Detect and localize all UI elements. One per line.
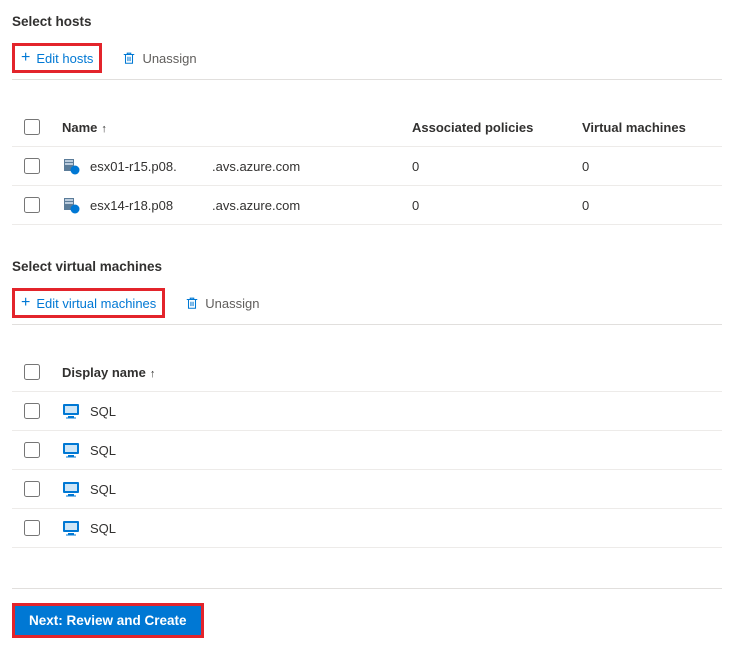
host-vms: 0 [582, 198, 722, 213]
sort-up-icon: ↑ [101, 123, 107, 135]
footer: Next: Review and Create [12, 588, 722, 638]
vm-row-checkbox[interactable] [24, 442, 40, 458]
vms-col-display-name-label: Display name [62, 365, 146, 380]
monitor-icon [62, 402, 80, 420]
vm-row-checkbox[interactable] [24, 481, 40, 497]
host-domain: .avs.azure.com [212, 198, 412, 213]
server-icon [62, 157, 80, 175]
table-row: SQL [12, 431, 722, 470]
unassign-hosts-label: Unassign [142, 51, 196, 66]
host-row-checkbox[interactable] [24, 158, 40, 174]
table-row: esx14-r18.p08 .avs.azure.com 0 0 [12, 186, 722, 225]
edit-hosts-label: Edit hosts [36, 51, 93, 66]
hosts-toolbar: + Edit hosts Unassign [12, 43, 722, 80]
vm-row-checkbox[interactable] [24, 403, 40, 419]
table-row: SQL [12, 470, 722, 509]
hosts-col-vms[interactable]: Virtual machines [582, 120, 722, 135]
vms-toolbar: + Edit virtual machines Unassign [12, 288, 722, 325]
sort-up-icon: ↑ [150, 368, 156, 380]
hosts-select-all-checkbox[interactable] [24, 119, 40, 135]
vm-name: SQL [90, 482, 116, 497]
table-row: esx01-r15.p08. .avs.azure.com 0 0 [12, 147, 722, 186]
vms-col-display-name[interactable]: Display name ↑ [62, 365, 722, 380]
monitor-icon [62, 480, 80, 498]
vms-table-header: Display name ↑ [12, 353, 722, 392]
monitor-icon [62, 519, 80, 537]
vms-select-all-checkbox[interactable] [24, 364, 40, 380]
host-vms: 0 [582, 159, 722, 174]
unassign-vms-button[interactable]: Unassign [179, 292, 265, 315]
hosts-col-name[interactable]: Name ↑ [62, 120, 212, 135]
hosts-table: Name ↑ Associated policies Virtual machin… [12, 108, 722, 225]
plus-icon: + [21, 295, 30, 311]
unassign-vms-label: Unassign [205, 296, 259, 311]
vm-name: SQL [90, 404, 116, 419]
monitor-icon [62, 441, 80, 459]
host-policies: 0 [412, 159, 582, 174]
select-hosts-title: Select hosts [12, 14, 722, 29]
select-vms-title: Select virtual machines [12, 259, 722, 274]
vm-row-checkbox[interactable] [24, 520, 40, 536]
vm-name: SQL [90, 521, 116, 536]
edit-vms-label: Edit virtual machines [36, 296, 156, 311]
host-name: esx14-r18.p08 [90, 198, 173, 213]
hosts-col-name-label: Name [62, 120, 97, 135]
host-name: esx01-r15.p08. [90, 159, 177, 174]
host-domain: .avs.azure.com [212, 159, 412, 174]
hosts-table-header: Name ↑ Associated policies Virtual machin… [12, 108, 722, 147]
table-row: SQL [12, 509, 722, 548]
table-row: SQL [12, 392, 722, 431]
vms-table: Display name ↑ SQL SQL SQL [12, 353, 722, 548]
hosts-col-policies[interactable]: Associated policies [412, 120, 582, 135]
server-icon [62, 196, 80, 214]
trash-icon [185, 296, 199, 310]
host-policies: 0 [412, 198, 582, 213]
host-row-checkbox[interactable] [24, 197, 40, 213]
edit-vms-button[interactable]: + Edit virtual machines [12, 288, 165, 318]
plus-icon: + [21, 50, 30, 66]
edit-hosts-button[interactable]: + Edit hosts [12, 43, 102, 73]
next-review-create-button[interactable]: Next: Review and Create [12, 603, 204, 638]
unassign-hosts-button[interactable]: Unassign [116, 47, 202, 70]
trash-icon [122, 51, 136, 65]
vm-name: SQL [90, 443, 116, 458]
